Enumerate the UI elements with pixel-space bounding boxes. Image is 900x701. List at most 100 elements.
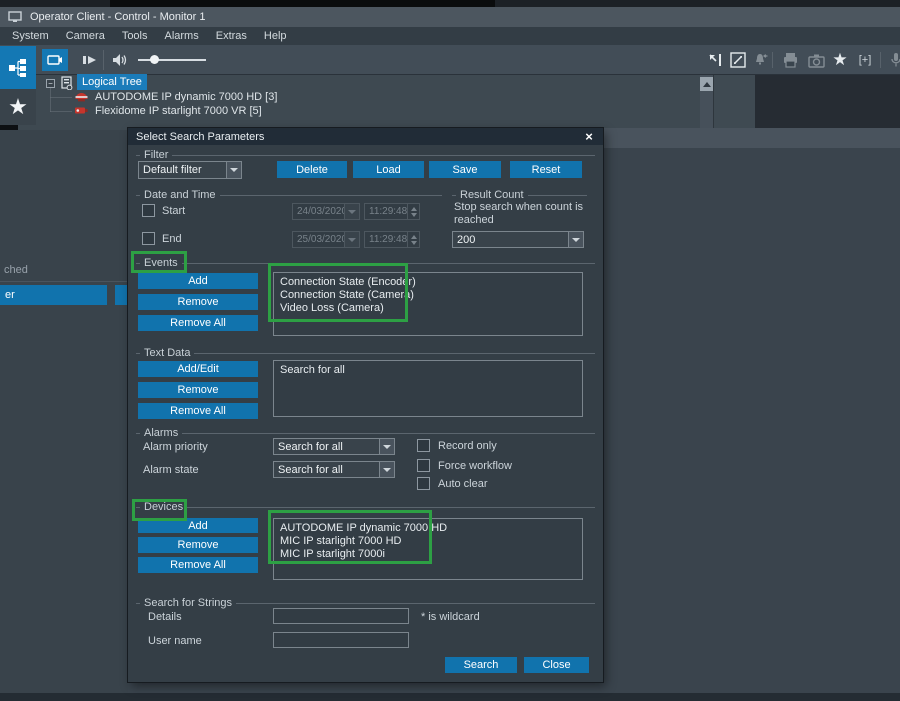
- live-camera-view-button[interactable]: [42, 49, 68, 71]
- print-button[interactable]: [780, 51, 800, 69]
- result-count-select[interactable]: 200: [452, 231, 584, 248]
- instant-playback-button[interactable]: [78, 50, 102, 70]
- alarm-state-select[interactable]: Search for all: [273, 461, 395, 478]
- end-checkbox[interactable]: [142, 232, 155, 245]
- record-only-label: Record only: [438, 440, 497, 452]
- annotation-devices-label: [132, 499, 187, 521]
- sidebar-tab-logical-tree[interactable]: [0, 46, 36, 89]
- snapshot-button[interactable]: [806, 51, 826, 69]
- volume-slider-knob[interactable]: [150, 55, 159, 64]
- chevron-down-icon[interactable]: [379, 439, 394, 454]
- background-results-panel: ched er: [0, 130, 128, 693]
- start-date-value: 24/03/2020: [293, 204, 344, 219]
- tree-item-logical-tree[interactable]: Logical Tree: [77, 74, 147, 90]
- close-icon[interactable]: ×: [581, 129, 597, 144]
- start-date-select[interactable]: 24/03/2020: [292, 203, 360, 220]
- text-data-add-edit-button[interactable]: Add/Edit: [138, 361, 258, 377]
- clipped-panel-button[interactable]: er: [0, 285, 107, 305]
- alarm-bell-button[interactable]: [751, 51, 771, 69]
- text-data-remove-button[interactable]: Remove: [138, 382, 258, 398]
- menu-help[interactable]: Help: [264, 30, 287, 42]
- volume-slider-track[interactable]: [138, 59, 206, 61]
- user-name-label: User name: [148, 635, 202, 647]
- scrollbar-up-button[interactable]: [700, 77, 713, 91]
- toolbar-separator: [880, 52, 881, 68]
- devices-remove-all-button[interactable]: Remove All: [138, 557, 258, 573]
- star-icon: ★: [8, 94, 28, 120]
- alarm-priority-label: Alarm priority: [143, 441, 208, 453]
- details-input[interactable]: [273, 608, 409, 624]
- step-play-icon: [82, 54, 98, 66]
- alarm-priority-select[interactable]: Search for all: [273, 438, 395, 455]
- menu-tools[interactable]: Tools: [122, 30, 148, 42]
- events-remove-button[interactable]: Remove: [138, 294, 258, 310]
- tree-item-camera[interactable]: Flexidome IP starlight 7000 VR [5]: [95, 105, 262, 117]
- image-pane-gutter: [713, 75, 755, 130]
- text-data-list-item[interactable]: Search for all: [280, 364, 576, 377]
- sidebar-tab-favorites[interactable]: ★: [0, 89, 36, 125]
- spinner-arrows-icon[interactable]: [407, 232, 419, 247]
- text-data-remove-all-button[interactable]: Remove All: [138, 403, 258, 419]
- tree-item-camera[interactable]: AUTODOME IP dynamic 7000 HD [3]: [95, 91, 277, 103]
- date-time-group: Date and Time: [136, 190, 442, 202]
- bracket-add-icon: [+]: [859, 54, 872, 66]
- favorites-star-button[interactable]: ★: [830, 51, 850, 69]
- add-bookmark-button[interactable]: [+]: [855, 51, 875, 69]
- chevron-down-icon[interactable]: [568, 232, 583, 247]
- dialog-close-button[interactable]: Close: [524, 657, 589, 673]
- start-time-value: 11:29:48: [365, 204, 407, 219]
- start-time-spinner[interactable]: 11:29:48: [364, 203, 420, 220]
- chevron-down-icon[interactable]: [344, 232, 359, 247]
- chevron-down-icon[interactable]: [379, 462, 394, 477]
- up-arrow-icon: [703, 82, 711, 87]
- menu-extras[interactable]: Extras: [216, 30, 247, 42]
- clipped-panel-button-2[interactable]: [115, 285, 128, 305]
- delete-button[interactable]: Delete: [277, 161, 347, 178]
- tree-expander-minus[interactable]: −: [46, 79, 55, 88]
- maximize-pane-button[interactable]: [728, 51, 748, 69]
- panel-divider: [0, 281, 128, 282]
- search-strings-group-label: Search for Strings: [140, 597, 236, 610]
- menu-camera[interactable]: Camera: [66, 30, 105, 42]
- menu-alarms[interactable]: Alarms: [165, 30, 199, 42]
- user-name-input[interactable]: [273, 632, 409, 648]
- spinner-arrows-icon[interactable]: [407, 204, 419, 219]
- monitor-icon: [8, 11, 22, 23]
- chevron-down-icon[interactable]: [226, 162, 241, 178]
- details-label: Details: [148, 611, 182, 623]
- date-time-group-label: Date and Time: [140, 189, 220, 202]
- speaker-icon: [111, 53, 129, 67]
- save-button[interactable]: Save: [429, 161, 501, 178]
- volume-button[interactable]: [108, 50, 132, 70]
- video-tile[interactable]: [755, 75, 900, 130]
- force-workflow-checkbox[interactable]: [417, 459, 430, 472]
- server-icon: [60, 76, 73, 93]
- dialog-header[interactable]: Select Search Parameters ×: [128, 128, 603, 145]
- end-time-spinner[interactable]: 11:29:48: [364, 231, 420, 248]
- filter-select[interactable]: Default filter: [138, 161, 242, 179]
- load-button[interactable]: Load: [353, 161, 424, 178]
- annotation-devices-list: [268, 510, 432, 564]
- group-line: [136, 433, 595, 434]
- end-date-select[interactable]: 25/03/2020: [292, 231, 360, 248]
- record-only-checkbox[interactable]: [417, 439, 430, 452]
- menu-system[interactable]: System: [12, 30, 49, 42]
- restore-pane-button[interactable]: [705, 51, 725, 69]
- bottom-edge-strip: [0, 693, 900, 701]
- right-panel-header-strip: [603, 128, 900, 148]
- title-bar: Operator Client - Control - Monitor 1: [0, 7, 900, 27]
- auto-clear-checkbox[interactable]: [417, 477, 430, 490]
- star-icon: ★: [832, 50, 847, 70]
- events-add-button[interactable]: Add: [138, 273, 258, 289]
- reset-button[interactable]: Reset: [510, 161, 582, 178]
- events-remove-all-button[interactable]: Remove All: [138, 315, 258, 331]
- alarm-priority-value: Search for all: [274, 439, 379, 454]
- start-checkbox[interactable]: [142, 204, 155, 217]
- result-count-hint: Stop search when count is reached: [454, 201, 586, 227]
- microphone-button[interactable]: [886, 51, 900, 69]
- devices-remove-button[interactable]: Remove: [138, 537, 258, 553]
- diagonal-resize-icon: [730, 52, 746, 68]
- search-button[interactable]: Search: [445, 657, 517, 673]
- text-data-listbox[interactable]: Search for all: [273, 360, 583, 417]
- chevron-down-icon[interactable]: [344, 204, 359, 219]
